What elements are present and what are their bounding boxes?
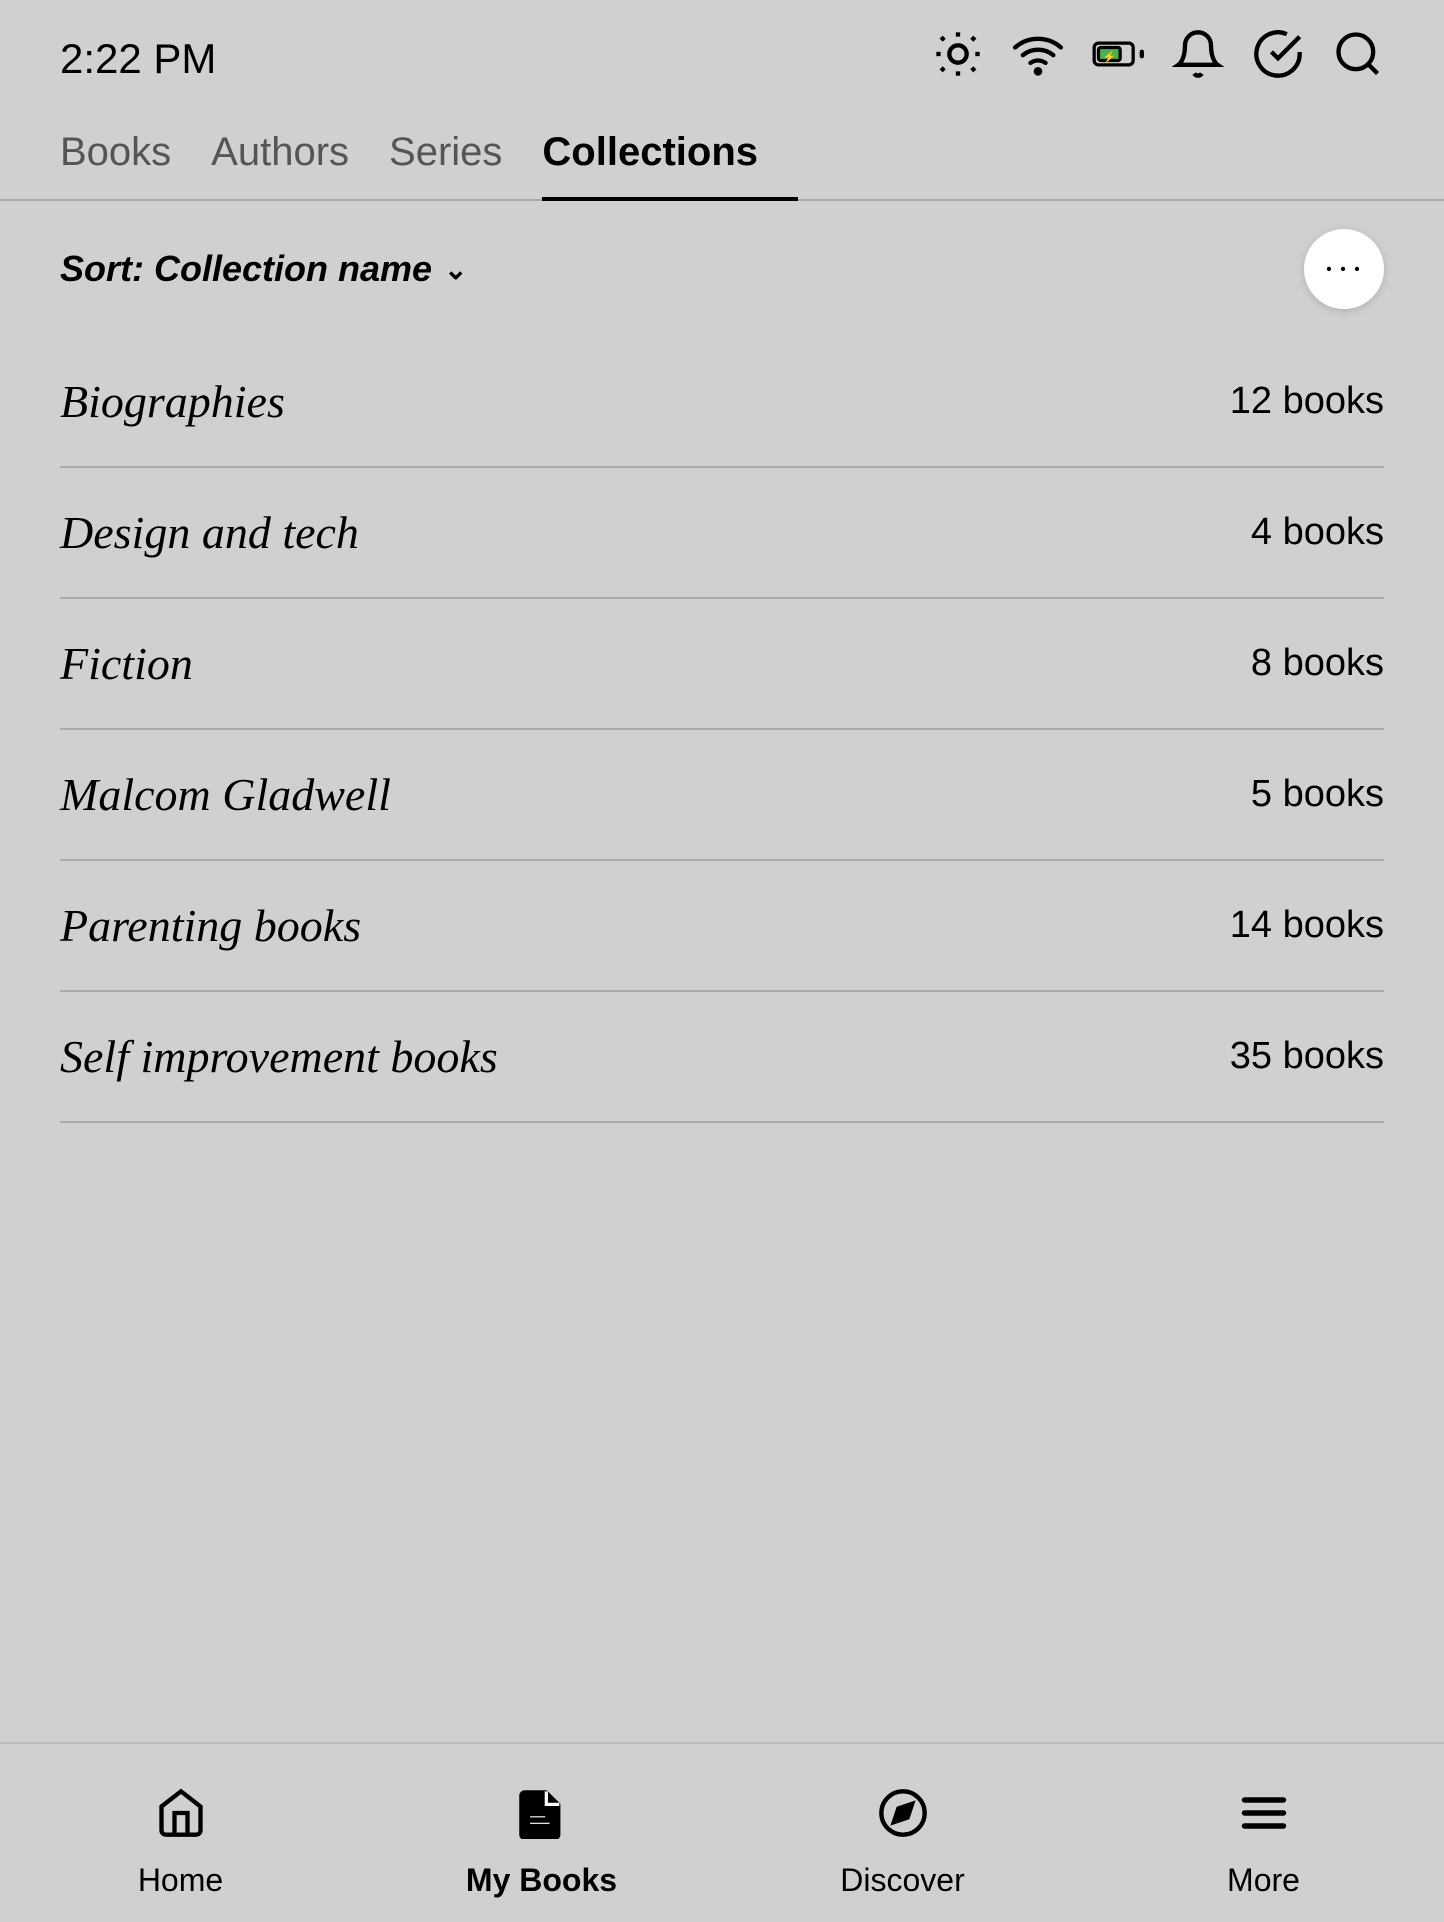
bottom-nav-discover-label: Discover (840, 1862, 964, 1899)
collection-name: Fiction (60, 637, 193, 690)
chevron-down-icon: ⌄ (444, 253, 467, 286)
books-icon (516, 1787, 568, 1852)
toolbar: Sort: Collection name ⌄ ··· (0, 201, 1444, 337)
collection-name: Malcom Gladwell (60, 768, 391, 821)
screen: 2:22 PM (0, 0, 1444, 1922)
bottom-nav: Home My Books Discover (0, 1742, 1444, 1922)
collection-name: Parenting books (60, 899, 361, 952)
menu-icon (1238, 1787, 1290, 1852)
notification-icon (1172, 28, 1224, 90)
collection-count: 14 books (1230, 904, 1384, 947)
sort-button[interactable]: Sort: Collection name ⌄ (60, 248, 468, 290)
tab-collections[interactable]: Collections (542, 110, 798, 201)
collection-count: 35 books (1230, 1035, 1384, 1078)
collection-count: 8 books (1251, 642, 1384, 685)
wifi-icon (1012, 28, 1064, 90)
battery-icon: ⚡ (1092, 28, 1144, 90)
bottom-nav-my-books[interactable]: My Books (361, 1744, 722, 1922)
bottom-nav-more-label: More (1227, 1862, 1300, 1899)
collection-name: Biographies (60, 375, 285, 428)
bottom-nav-home[interactable]: Home (0, 1744, 361, 1922)
collection-count: 12 books (1230, 380, 1384, 423)
bottom-nav-home-label: Home (138, 1862, 223, 1899)
nav-tabs: Books Authors Series Collections (0, 110, 1444, 201)
ellipsis-icon: ··· (1323, 248, 1365, 290)
svg-text:⚡: ⚡ (1103, 51, 1116, 64)
discover-icon (877, 1787, 929, 1852)
collection-item-parenting-books[interactable]: Parenting books 14 books (60, 861, 1384, 992)
collection-item-malcom-gladwell[interactable]: Malcom Gladwell 5 books (60, 730, 1384, 861)
collection-name: Design and tech (60, 506, 359, 559)
status-icons: ⚡ (932, 28, 1384, 90)
more-options-button[interactable]: ··· (1304, 229, 1384, 309)
search-icon[interactable] (1332, 28, 1384, 90)
sort-label: Sort: Collection name (60, 248, 432, 290)
bottom-nav-my-books-label: My Books (466, 1862, 617, 1899)
tab-authors[interactable]: Authors (211, 110, 389, 201)
collection-count: 5 books (1251, 773, 1384, 816)
collection-count: 4 books (1251, 511, 1384, 554)
collection-name: Self improvement books (60, 1030, 498, 1083)
tab-books[interactable]: Books (60, 110, 211, 201)
brightness-icon (932, 28, 984, 90)
tab-series[interactable]: Series (389, 110, 542, 201)
collection-item-design-and-tech[interactable]: Design and tech 4 books (60, 468, 1384, 599)
sync-icon (1252, 28, 1304, 90)
home-icon (155, 1787, 207, 1852)
status-time: 2:22 PM (60, 35, 216, 83)
bottom-nav-more[interactable]: More (1083, 1744, 1444, 1922)
collection-item-biographies[interactable]: Biographies 12 books (60, 337, 1384, 468)
bottom-nav-discover[interactable]: Discover (722, 1744, 1083, 1922)
status-bar: 2:22 PM (0, 0, 1444, 110)
collection-item-self-improvement[interactable]: Self improvement books 35 books (60, 992, 1384, 1123)
collection-list: Biographies 12 books Design and tech 4 b… (0, 337, 1444, 1742)
collection-item-fiction[interactable]: Fiction 8 books (60, 599, 1384, 730)
